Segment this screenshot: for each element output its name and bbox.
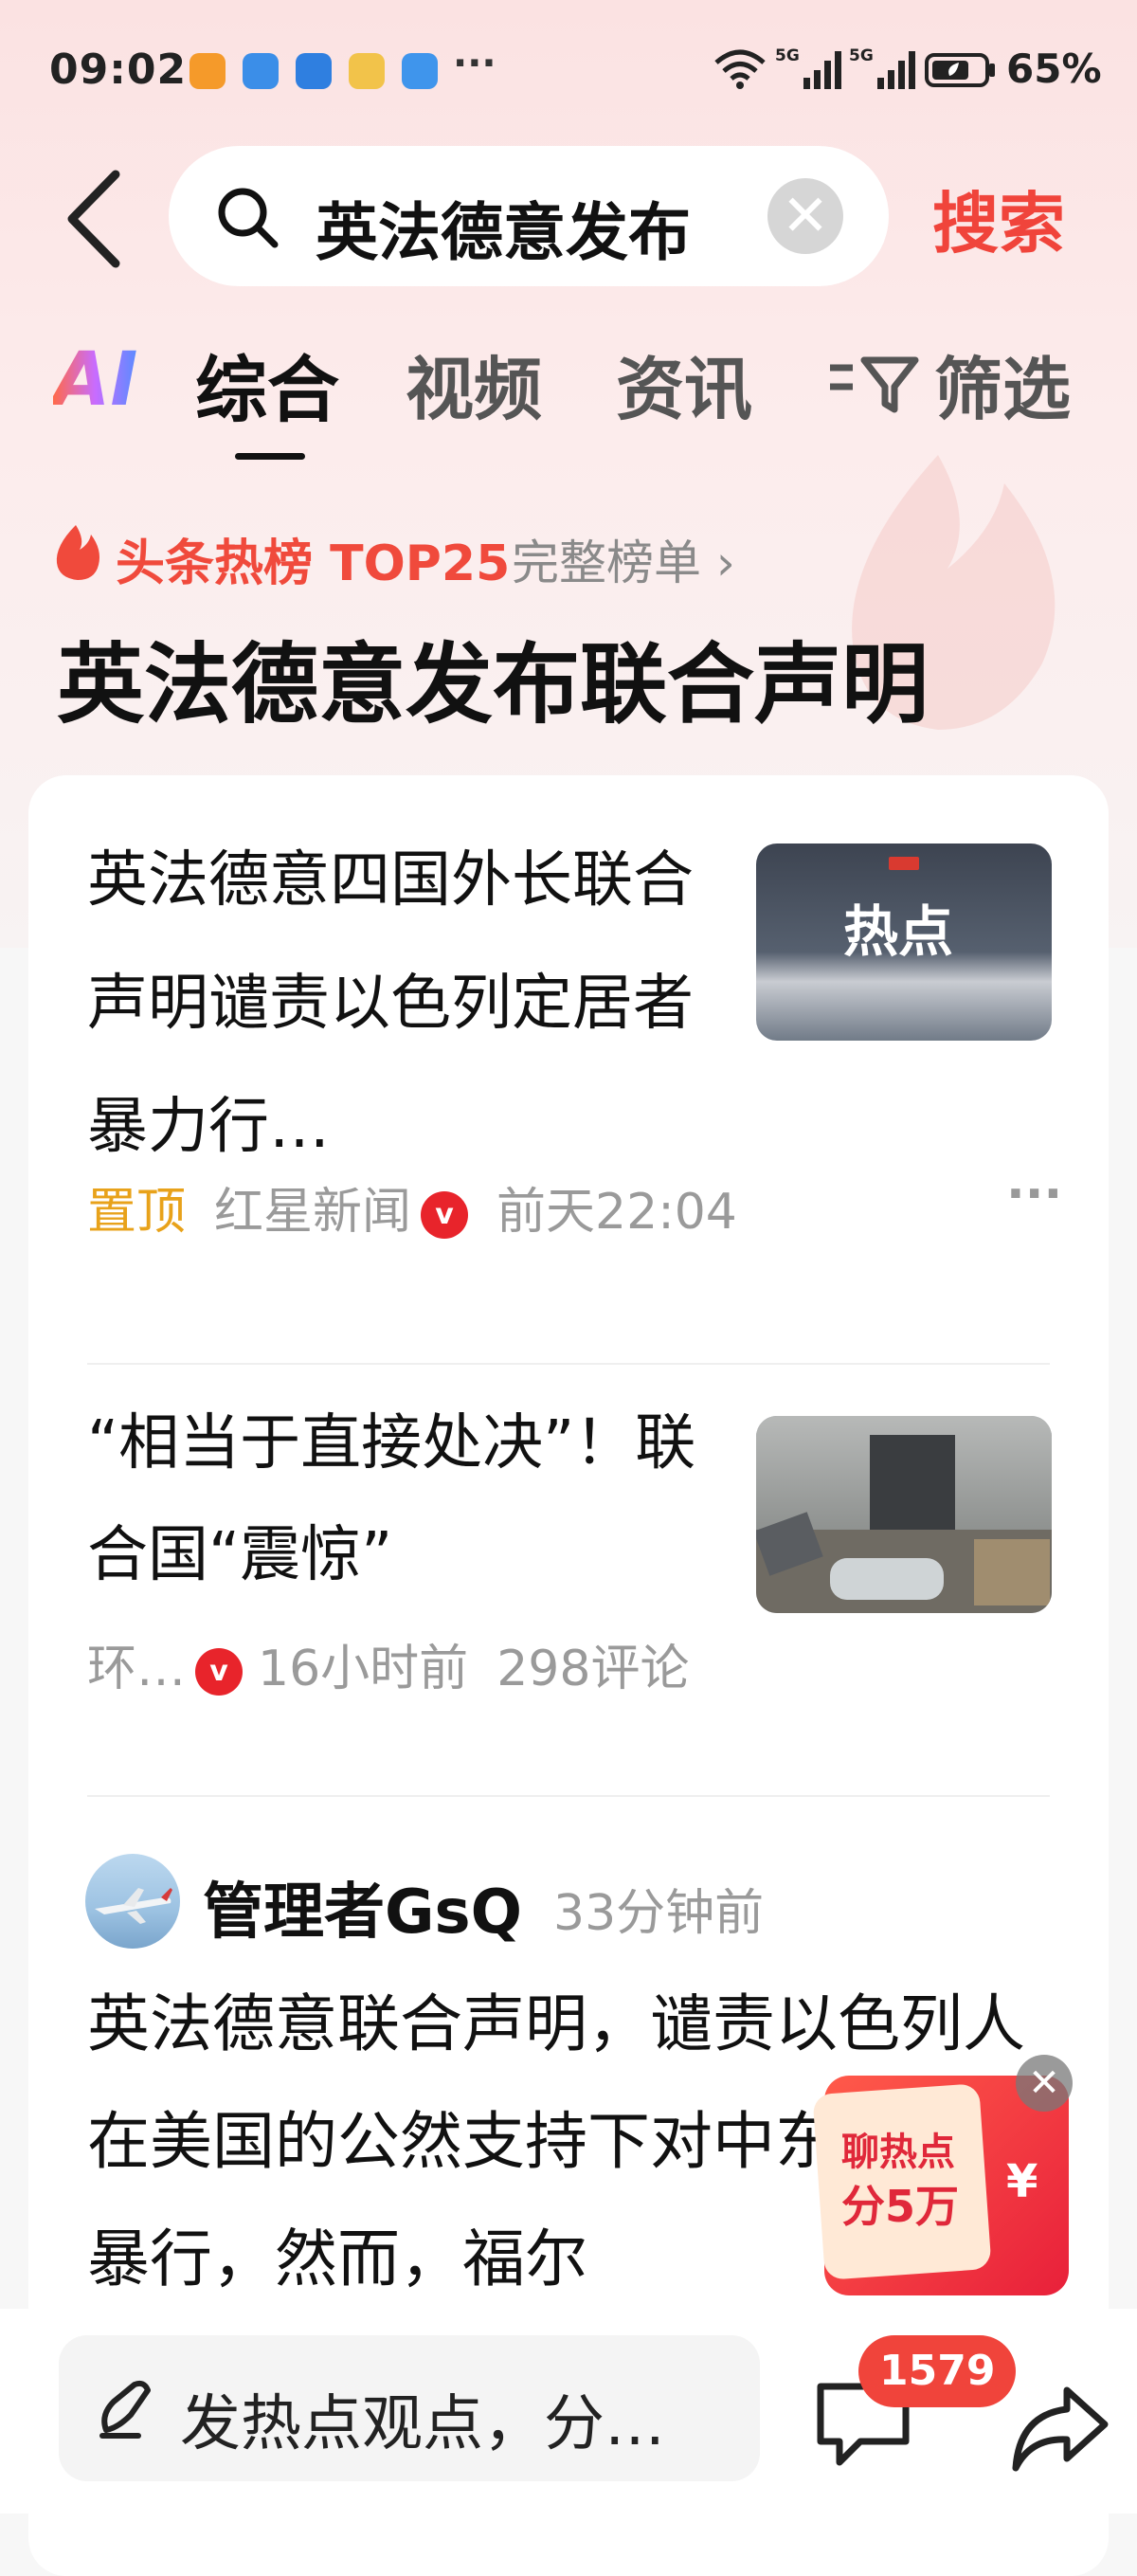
avatar[interactable] [85, 1854, 180, 1949]
more-options-icon[interactable]: ··· [1006, 1166, 1062, 1223]
promo-line-2: 分5万 [841, 2181, 960, 2232]
signal-5g-icon: 5G [775, 46, 841, 89]
thumbnail-car [830, 1558, 944, 1600]
app-notification-icon [402, 53, 438, 89]
app-notification-icon [190, 53, 226, 89]
more-notifications-icon: ··· [453, 42, 496, 85]
active-tab-indicator [235, 453, 305, 460]
battery-icon [925, 53, 995, 87]
battery-percent: 65% [1006, 45, 1102, 92]
search-input[interactable]: 英法德意发布 ✕ [169, 146, 889, 286]
airplane-icon [95, 1888, 172, 1924]
app-notification-icon [349, 53, 385, 89]
wifi-icon [714, 49, 766, 89]
post-time: 33分钟前 [553, 1885, 765, 1942]
filter-icon[interactable] [826, 351, 921, 417]
comment-count-badge: 1579 [858, 2335, 1017, 2407]
app-notification-icon [296, 53, 332, 89]
hot-topic-title[interactable]: 英法德意发布联合声明 [57, 614, 929, 740]
svg-text:5G: 5G [775, 46, 800, 65]
tab-video[interactable]: 视频 [406, 334, 542, 433]
hot-chat-promo[interactable]: 聊热点 分5万 ¥ ✕ [812, 2055, 1073, 2295]
divider [87, 1795, 1050, 1797]
promo-line-1: 聊热点 [841, 2131, 955, 2174]
article-title: “相当于直接处决”！联合国“震惊” [87, 1408, 696, 1590]
post-author[interactable]: 管理者GsQ [203, 1863, 522, 1950]
svg-text:5G: 5G [849, 46, 874, 65]
article-meta: 环… v 16小时前 298评论 [87, 1628, 689, 1699]
comment-input[interactable]: 发热点观点，分… [59, 2335, 760, 2481]
status-bar: 09:02 ··· 5G 5G 65% [0, 0, 1137, 142]
article-meta: 置顶 红星新闻 v 前天22:04 [87, 1171, 737, 1243]
tab-comprehensive[interactable]: 综合 [195, 332, 339, 436]
article-title: 英法德意四国外长联合声明谴责以色列定居者暴力行… [87, 845, 694, 1162]
pen-icon [99, 2380, 151, 2439]
pinned-badge: 置顶 [87, 1184, 187, 1241]
close-promo-button[interactable]: ✕ [1016, 2055, 1073, 2112]
thumbnail-doorway [870, 1435, 955, 1539]
bottom-bar: 发热点观点，分… 1579 [0, 2309, 1137, 2513]
article-item[interactable]: 英法德意四国外长联合声明谴责以色列定居者暴力行… 热点 置顶 红星新闻 v 前天22:… [87, 844, 1062, 1243]
verified-icon: v [421, 1191, 469, 1239]
status-time: 09:02 [49, 45, 188, 94]
article-time: 16小时前 [258, 1641, 469, 1697]
search-button[interactable]: 搜索 [932, 171, 1065, 266]
clear-search-button[interactable]: ✕ [767, 178, 843, 254]
search-query-text: 英法德意发布 [316, 196, 691, 269]
article-thumbnail: 热点 [756, 844, 1052, 1041]
divider [87, 1363, 1050, 1365]
tab-ai[interactable]: AI [53, 337, 137, 423]
full-list-link[interactable]: 完整榜单 › [512, 525, 735, 593]
article-source: 环… [87, 1641, 187, 1697]
thumbnail-rubble [974, 1539, 1050, 1605]
search-icon [218, 188, 279, 248]
yuan-icon: ¥ [1006, 2155, 1038, 2208]
app-notification-icon [243, 53, 279, 89]
thumbnail-text: 热点 [843, 899, 954, 964]
flame-icon [56, 525, 99, 580]
thumbnail-logo [889, 857, 919, 870]
share-icon[interactable] [1008, 2383, 1112, 2477]
article-time: 前天22:04 [496, 1184, 737, 1241]
back-arrow-icon[interactable] [59, 167, 135, 271]
article-comments: 298评论 [496, 1641, 690, 1697]
signal-5g-icon: 5G [849, 46, 915, 89]
article-thumbnail [756, 1416, 1052, 1613]
filter-button[interactable]: 筛选 [934, 334, 1071, 433]
tab-news[interactable]: 资讯 [616, 334, 752, 433]
comment-placeholder: 发热点观点，分… [180, 2389, 665, 2459]
article-item[interactable]: “相当于直接处决”！联合国“震惊” 环… v 16小时前 298评论 [87, 1408, 1052, 1697]
results-card: 英法德意四国外长联合声明谴责以色列定居者暴力行… 热点 置顶 红星新闻 v 前天22:… [28, 775, 1109, 2576]
verified-icon: v [195, 1648, 244, 1696]
hot-list-label: 头条热榜 TOP25 [116, 535, 511, 592]
article-source: 红星新闻 [214, 1184, 412, 1241]
